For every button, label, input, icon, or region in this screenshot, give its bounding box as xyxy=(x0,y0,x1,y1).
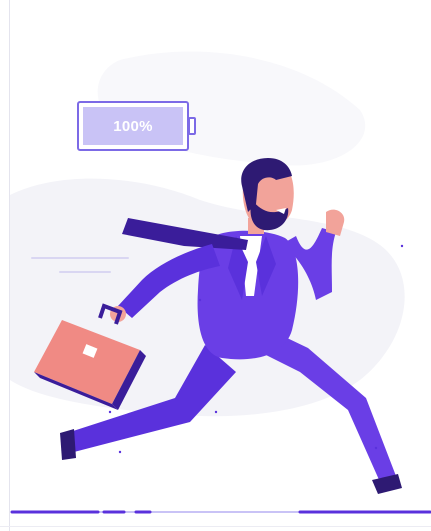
running-businessman-illustration xyxy=(10,51,431,514)
battery-level-label: 100% xyxy=(113,117,153,135)
illustration-frame: 100% xyxy=(0,0,431,531)
